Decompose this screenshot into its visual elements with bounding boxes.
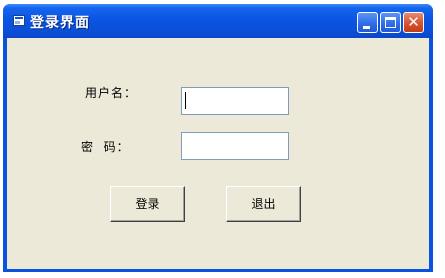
close-button[interactable]: ✕ [403,12,424,33]
minimize-icon [363,26,370,29]
exit-button[interactable]: 退出 [226,186,301,222]
password-input[interactable] [181,132,289,160]
maximize-icon [385,17,396,28]
login-window: 登录界面 ✕ 用户名： 密 码： 登录 退出 [3,4,433,272]
app-icon[interactable] [13,15,25,26]
form-area: 用户名： 密 码： 登录 退出 [7,38,429,269]
maximize-button[interactable] [380,12,401,33]
username-label: 用户名： [85,86,138,100]
close-icon: ✕ [407,13,420,31]
password-label: 密 码： [81,140,130,154]
minimize-button[interactable] [357,12,378,33]
window-title: 登录界面 [30,15,90,31]
text-caret [185,92,186,109]
login-button[interactable]: 登录 [110,186,185,222]
username-input[interactable] [181,87,289,115]
title-bar[interactable]: 登录界面 ✕ [3,4,433,38]
